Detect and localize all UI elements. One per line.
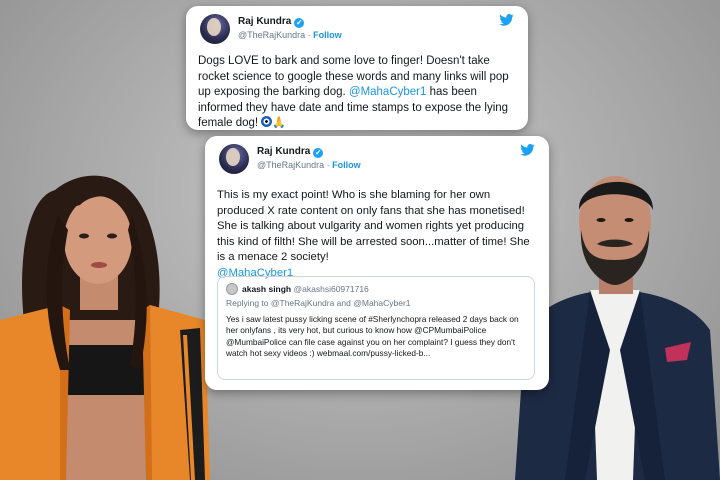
quoted-tweet-header: akash singh @akashsi60971716	[226, 283, 526, 295]
tweet-text: This is my exact point! Who is she blami…	[217, 188, 537, 282]
author-name-line: Raj Kundra ✓	[238, 16, 305, 28]
twitter-bird-icon[interactable]	[520, 144, 535, 156]
tweet-text-body: This is my exact point! Who is she blami…	[217, 189, 530, 264]
nazar-eye-emoji	[261, 116, 273, 128]
quoted-author-name: akash singh	[242, 284, 292, 294]
author-name[interactable]: Raj Kundra	[238, 16, 291, 27]
quoted-tweet[interactable]: akash singh @akashsi60971716 Replying to…	[217, 276, 535, 380]
twitter-bird-icon[interactable]	[499, 14, 514, 26]
quoted-author-handle: @akashsi60971716	[293, 284, 369, 294]
avatar[interactable]	[200, 14, 230, 44]
tweet-text: Dogs LOVE to bark and some love to finge…	[198, 54, 516, 132]
woman-photo	[0, 175, 210, 480]
replying-to-line: Replying to @TheRajKundra and @MahaCyber…	[226, 298, 411, 308]
mention-link[interactable]: @MahaCyber1	[349, 86, 427, 98]
author-name[interactable]: Raj Kundra	[257, 146, 310, 157]
tweet-card-1: Raj Kundra ✓ @TheRajKundra · Follow Dogs …	[186, 6, 528, 130]
author-handle[interactable]: @TheRajKundra	[238, 30, 305, 40]
author-name-line: Raj Kundra ✓	[257, 146, 324, 158]
tweet-card-2: Raj Kundra ✓ @TheRajKundra · Follow This …	[205, 136, 549, 390]
follow-button[interactable]: Follow	[332, 160, 361, 170]
tweet-header: Raj Kundra ✓ @TheRajKundra · Follow	[217, 142, 537, 176]
follow-button[interactable]: Follow	[313, 30, 342, 40]
quoted-tweet-text: Yes i saw latest pussy licking scene of …	[226, 314, 519, 359]
verified-badge-icon: ✓	[313, 148, 324, 158]
avatar[interactable]	[219, 144, 249, 174]
author-handle[interactable]: @TheRajKundra	[257, 160, 324, 170]
folded-hands-emoji: 🙏	[272, 117, 286, 130]
verified-badge-icon: ✓	[294, 18, 305, 28]
news-collage: Raj Kundra ✓ @TheRajKundra · Follow Dogs …	[0, 0, 720, 480]
tweet-header: Raj Kundra ✓ @TheRajKundra · Follow	[198, 12, 516, 46]
author-handle-line: @TheRajKundra · Follow	[257, 160, 361, 170]
author-handle-line: @TheRajKundra · Follow	[238, 30, 342, 40]
quoted-avatar	[226, 283, 238, 295]
